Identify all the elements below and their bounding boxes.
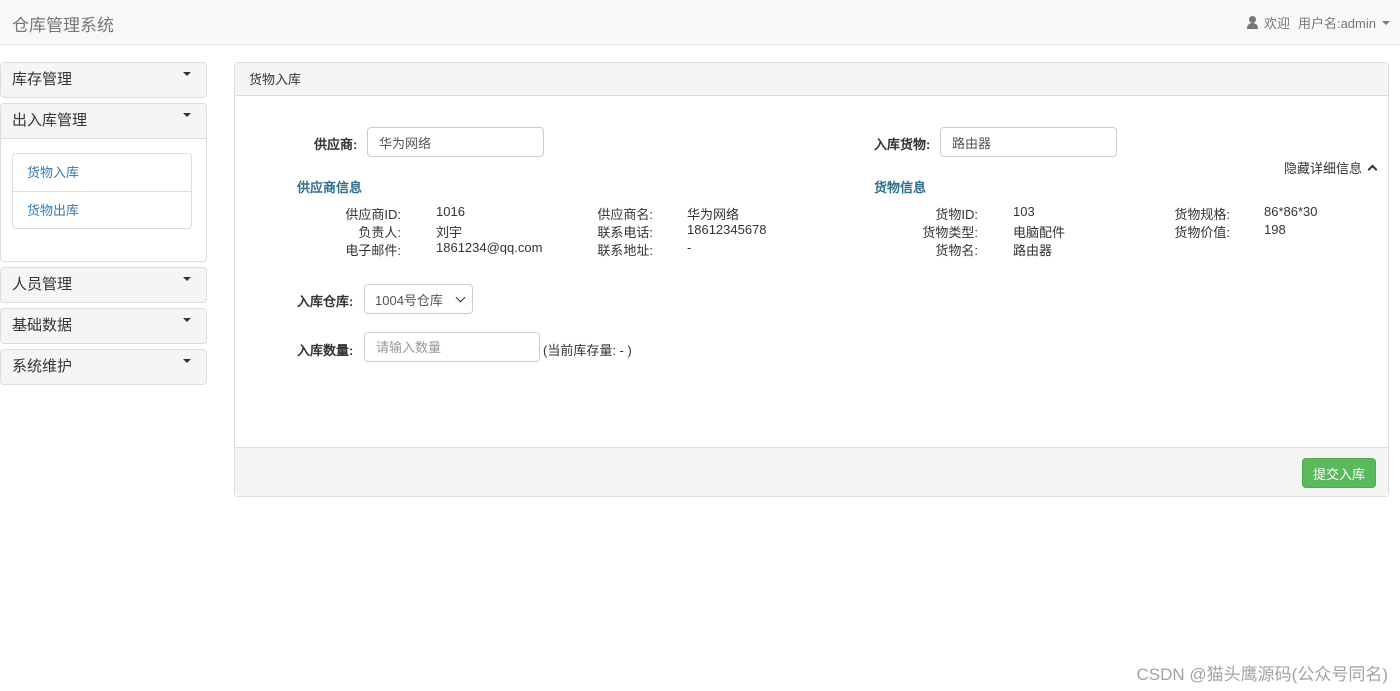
toggle-details-text: 隐藏详细信息: [1283, 161, 1362, 176]
supplier-name-value: 华为网络: [687, 207, 740, 222]
sidebar-heading-label: 系统维护: [12, 358, 73, 375]
supplier-address-value: -: [687, 240, 692, 255]
goods-type-label: 货物类型:: [922, 225, 978, 240]
supplier-name-label: 供应商名:: [597, 207, 653, 222]
warehouse-select[interactable]: 1004号仓库: [364, 284, 473, 314]
welcome-text: 欢迎: [1263, 16, 1290, 31]
goods-value-label: 货物价值:: [1174, 225, 1230, 240]
sidebar-heading-label: 人员管理: [12, 276, 73, 293]
sidebar-group-system: 系统维护: [0, 349, 207, 385]
goods-input[interactable]: [940, 127, 1117, 157]
username-text[interactable]: 用户名:admin: [1298, 13, 1376, 32]
supplier-label: 供应商:: [314, 137, 358, 152]
supplier-person-label: 负责人:: [358, 225, 401, 240]
sidebar-group-basedata: 基础数据: [0, 308, 207, 344]
sidebar-heading-label: 出入库管理: [12, 112, 88, 129]
goods-name-value: 路由器: [1013, 243, 1053, 258]
quantity-input[interactable]: [364, 332, 540, 362]
supplier-phone-label: 联系电话:: [597, 225, 653, 240]
watermark: CSDN @猫头鹰源码(公众号同名): [1136, 665, 1388, 684]
sidebar-heading-label: 基础数据: [12, 317, 73, 334]
goods-in-panel: 货物入库 供应商: 入库货物: 隐藏详细信息 供应商信息 供应商ID: 1016…: [234, 62, 1389, 497]
supplier-phone-value: 18612345678: [687, 222, 767, 237]
sidebar-group-staff: 人员管理: [0, 267, 207, 303]
sidebar-heading-basedata[interactable]: 基础数据: [1, 309, 206, 343]
supplier-input[interactable]: [367, 127, 544, 157]
caret-down-icon: [183, 277, 191, 281]
caret-down-icon: [1382, 20, 1390, 25]
warehouse-label: 入库仓库:: [297, 294, 354, 309]
quantity-label: 入库数量:: [297, 343, 354, 358]
toggle-details-link[interactable]: 隐藏详细信息: [1283, 158, 1378, 177]
supplier-person-value: 刘宇: [436, 225, 463, 240]
panel-footer: 提交入库: [235, 447, 1388, 496]
chevron-down-icon: [455, 292, 466, 302]
goods-label: 入库货物:: [874, 137, 931, 152]
sidebar-submenu-container: 货物入库 货物出库: [1, 138, 206, 261]
goods-value-value: 198: [1264, 222, 1286, 237]
goods-type-value: 电脑配件: [1013, 225, 1066, 240]
sidebar-group-inventory: 库存管理: [0, 62, 207, 98]
sidebar-heading-system[interactable]: 系统维护: [1, 350, 206, 384]
supplier-info-title: 供应商信息: [297, 180, 363, 195]
chevron-up-icon: [1367, 164, 1378, 175]
sidebar-group-inout: 出入库管理 货物入库 货物出库: [0, 103, 207, 262]
supplier-email-label: 电子邮件:: [345, 243, 401, 258]
supplier-id-value: 1016: [436, 204, 465, 219]
sidebar-submenu: 货物入库 货物出库: [12, 153, 192, 229]
caret-down-icon: [183, 318, 191, 322]
sidebar-heading-inventory[interactable]: 库存管理: [1, 63, 206, 97]
panel-title: 货物入库: [235, 63, 1388, 96]
warehouse-selected-value: 1004号仓库: [375, 292, 443, 308]
supplier-address-label: 联系地址:: [597, 243, 653, 258]
caret-down-icon: [183, 113, 191, 117]
goods-id-label: 货物ID:: [935, 207, 978, 222]
top-navbar: 仓库管理系统 欢迎 用户名:admin: [0, 0, 1400, 45]
sidebar-heading-label: 库存管理: [12, 71, 73, 88]
sidebar-item-goods-in[interactable]: 货物入库: [13, 154, 191, 191]
stock-hint: (当前库存量: - ): [543, 343, 632, 358]
submit-button[interactable]: 提交入库: [1302, 458, 1376, 488]
goods-info-title: 货物信息: [874, 180, 927, 195]
sidebar-heading-inout[interactable]: 出入库管理: [1, 104, 206, 138]
supplier-id-label: 供应商ID:: [345, 207, 401, 222]
sidebar-item-goods-out[interactable]: 货物出库: [13, 191, 191, 228]
caret-down-icon: [183, 72, 191, 76]
user-menu[interactable]: 欢迎 用户名:admin: [1246, 13, 1390, 32]
goods-spec-value: 86*86*30: [1264, 204, 1318, 219]
caret-down-icon: [183, 359, 191, 363]
goods-id-value: 103: [1013, 204, 1035, 219]
user-icon: [1246, 16, 1258, 29]
sidebar-heading-staff[interactable]: 人员管理: [1, 268, 206, 302]
sidebar: 库存管理 出入库管理 货物入库 货物出库 人员管理 基础数据 系统维护: [0, 62, 207, 390]
supplier-email-value: 1861234@qq.com: [436, 240, 543, 255]
app-title[interactable]: 仓库管理系统: [12, 11, 114, 36]
goods-name-label: 货物名:: [935, 243, 978, 258]
goods-spec-label: 货物规格:: [1174, 207, 1230, 222]
